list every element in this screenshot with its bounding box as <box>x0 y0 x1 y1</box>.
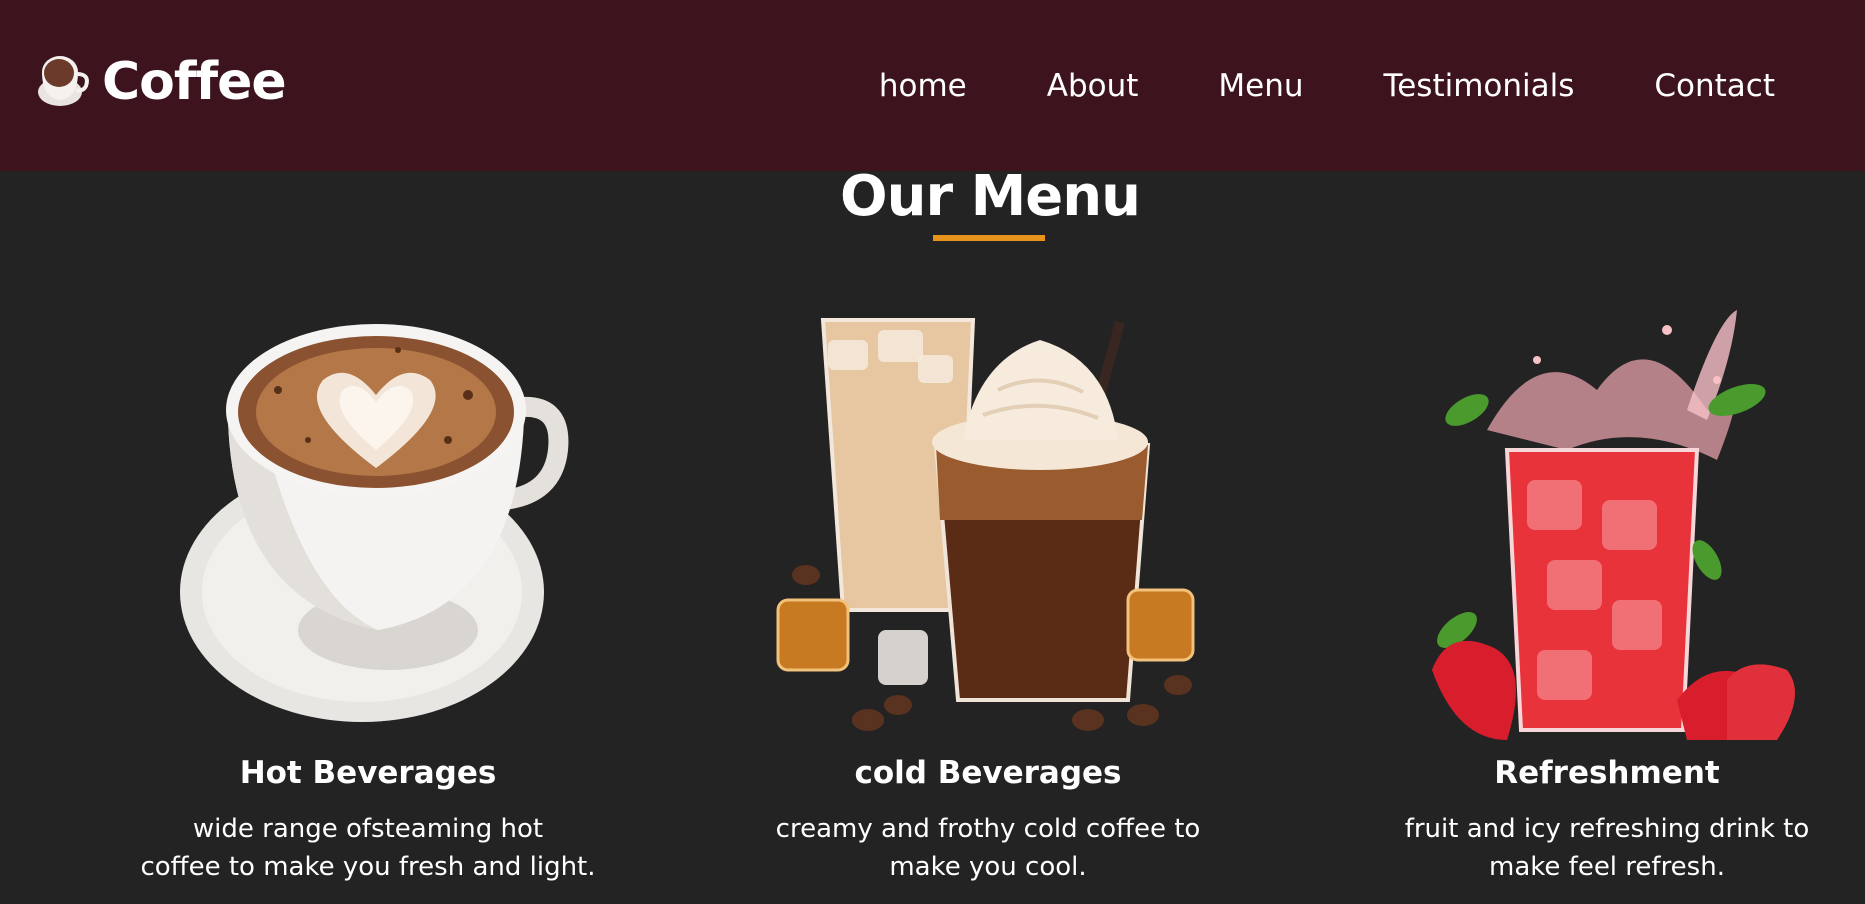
nav-contact[interactable]: Contact <box>1654 62 1775 110</box>
card-desc-line: creamy and frothy cold coffee to <box>775 814 1201 844</box>
card-desc-line: make you cool. <box>889 852 1087 882</box>
card-description: fruit and icy refreshing drink to make f… <box>1367 810 1847 886</box>
menu-card-hot-beverages[interactable]: Hot Beverages wide range ofsteaming hot … <box>128 300 608 882</box>
section-title: Our Menu <box>839 164 1141 229</box>
brand-logo-link[interactable]: Coffee <box>34 52 287 112</box>
hot-coffee-cup-image <box>180 324 569 722</box>
card-title: Refreshment <box>1494 755 1720 791</box>
menu-card-cold-beverages[interactable]: cold Beverages creamy and frothy cold co… <box>748 300 1228 882</box>
nav-home[interactable]: home <box>879 62 967 110</box>
card-description: wide range ofsteaming hot coffee to make… <box>128 810 608 886</box>
card-desc-line: coffee to make you fresh and light. <box>140 852 596 882</box>
iced-coffee-image <box>776 318 1195 731</box>
menu-card-refreshment[interactable]: Refreshment fruit and icy refreshing dri… <box>1367 300 1847 882</box>
coffee-cup-icon <box>38 56 89 106</box>
card-desc-line: make feel refresh. <box>1489 852 1725 882</box>
main-nav: home About Menu Testimonials Contact <box>799 62 1775 110</box>
navbar: Coffee home About Menu Testimonials Cont… <box>0 0 1865 171</box>
brand-name: Coffee <box>102 52 287 112</box>
card-title: Hot Beverages <box>239 755 497 791</box>
card-desc-line: wide range ofsteaming hot <box>192 814 544 844</box>
nav-about[interactable]: About <box>1047 62 1139 110</box>
title-underline <box>933 235 1045 241</box>
card-title: cold Beverages <box>854 755 1122 791</box>
card-desc-line: fruit and icy refreshing drink to <box>1404 814 1810 844</box>
nav-menu[interactable]: Menu <box>1218 62 1303 110</box>
nav-testimonials[interactable]: Testimonials <box>1384 62 1575 110</box>
card-description: creamy and frothy cold coffee to make yo… <box>748 810 1228 886</box>
strawberry-drink-image <box>1432 310 1795 740</box>
